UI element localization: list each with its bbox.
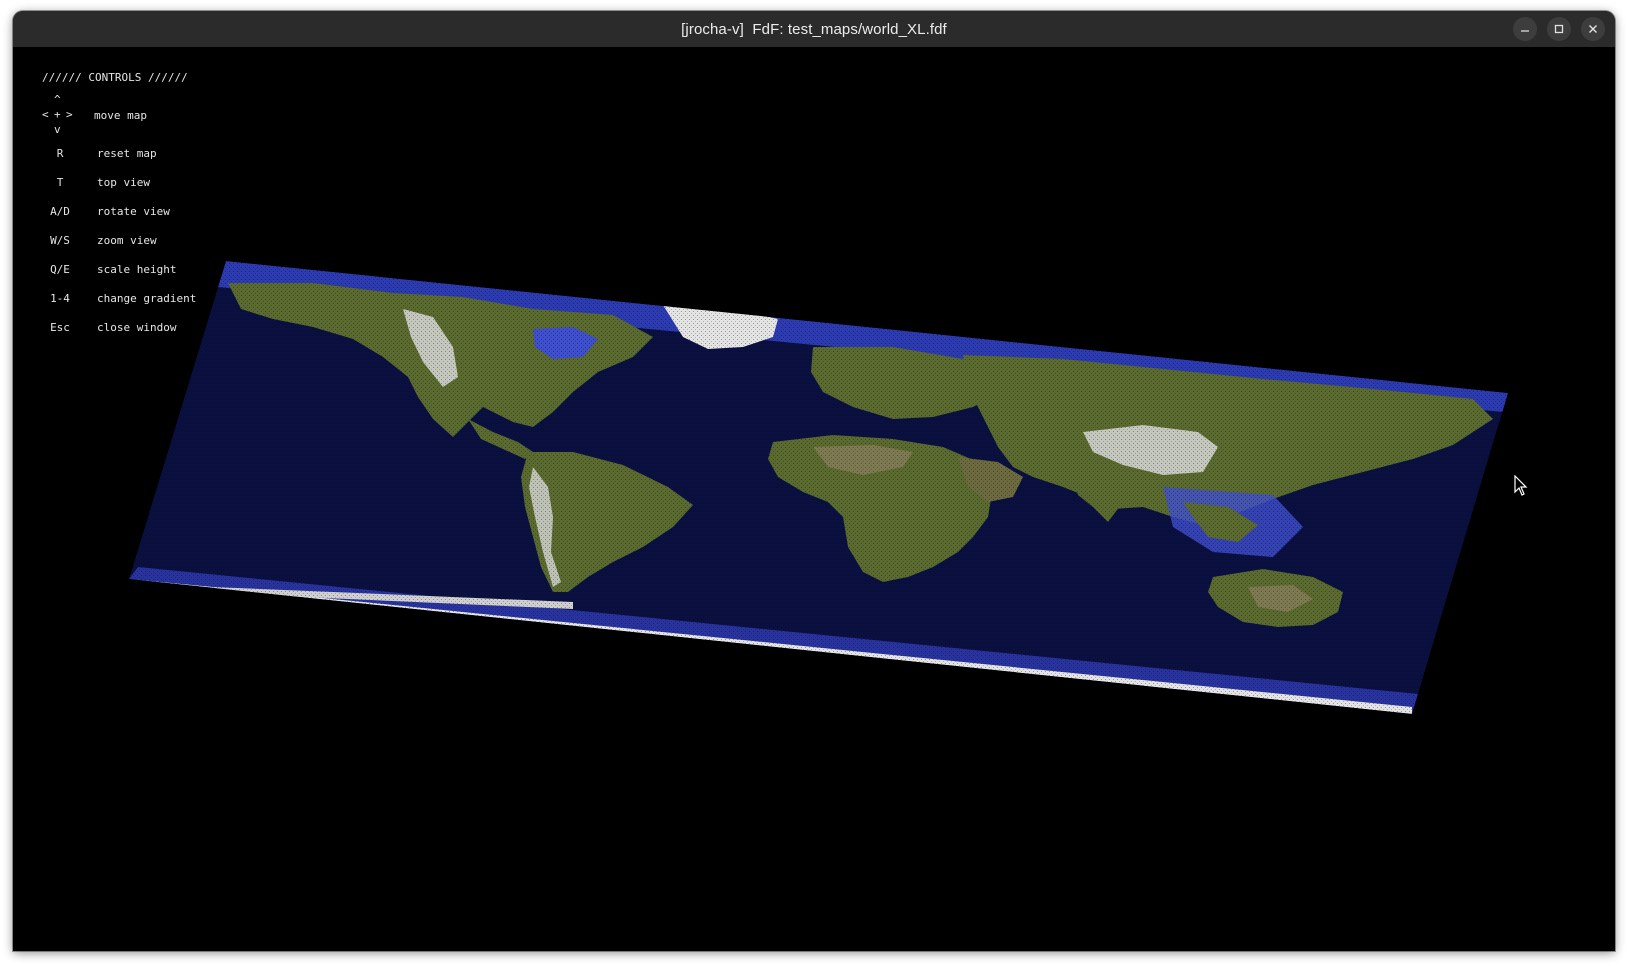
control-label: zoom view [97, 234, 157, 247]
mouse-cursor-icon [1514, 475, 1528, 496]
controls-panel: ////// CONTROLS ////// ^ < + > v move ma… [13, 47, 273, 367]
control-label: change gradient [97, 292, 197, 305]
maximize-button[interactable] [1547, 17, 1571, 41]
close-icon [1589, 25, 1597, 33]
control-label-move: move map [94, 109, 147, 122]
control-key: R [56, 147, 64, 160]
control-key: Esc [50, 321, 70, 334]
minimize-icon [1521, 30, 1529, 32]
arrow-keys: ^ < + > v [42, 94, 78, 136]
title-bar[interactable]: [jrocha-v] FdF: test_maps/world_XL.fdf [13, 11, 1615, 47]
minimize-button[interactable] [1513, 17, 1537, 41]
window-title: [jrocha-v] FdF: test_maps/world_XL.fdf [681, 20, 947, 38]
control-label: close window [97, 321, 177, 334]
window-controls [1513, 11, 1605, 47]
close-button[interactable] [1581, 17, 1605, 41]
app-window: [jrocha-v] FdF: test_maps/world_XL.fdf /… [13, 11, 1615, 951]
control-label: rotate view [97, 205, 170, 218]
control-key: 1-4 [50, 292, 70, 305]
down-arrow-icon: v [54, 123, 61, 136]
control-label: reset map [97, 147, 157, 160]
up-arrow-icon: ^ [54, 93, 61, 106]
control-key: W/S [50, 234, 70, 247]
render-canvas[interactable]: ////// CONTROLS ////// ^ < + > v move ma… [13, 47, 1615, 951]
control-key: A/D [50, 205, 70, 218]
control-label: top view [97, 176, 150, 189]
control-key: T [56, 176, 64, 189]
right-arrow-icon: > [66, 108, 73, 121]
move-center-icon: + [54, 108, 61, 121]
controls-header: ////// CONTROLS ////// [42, 71, 188, 84]
control-label: scale height [97, 263, 177, 276]
left-arrow-icon: < [42, 108, 49, 121]
maximize-icon [1554, 24, 1564, 34]
control-key: Q/E [50, 263, 70, 276]
